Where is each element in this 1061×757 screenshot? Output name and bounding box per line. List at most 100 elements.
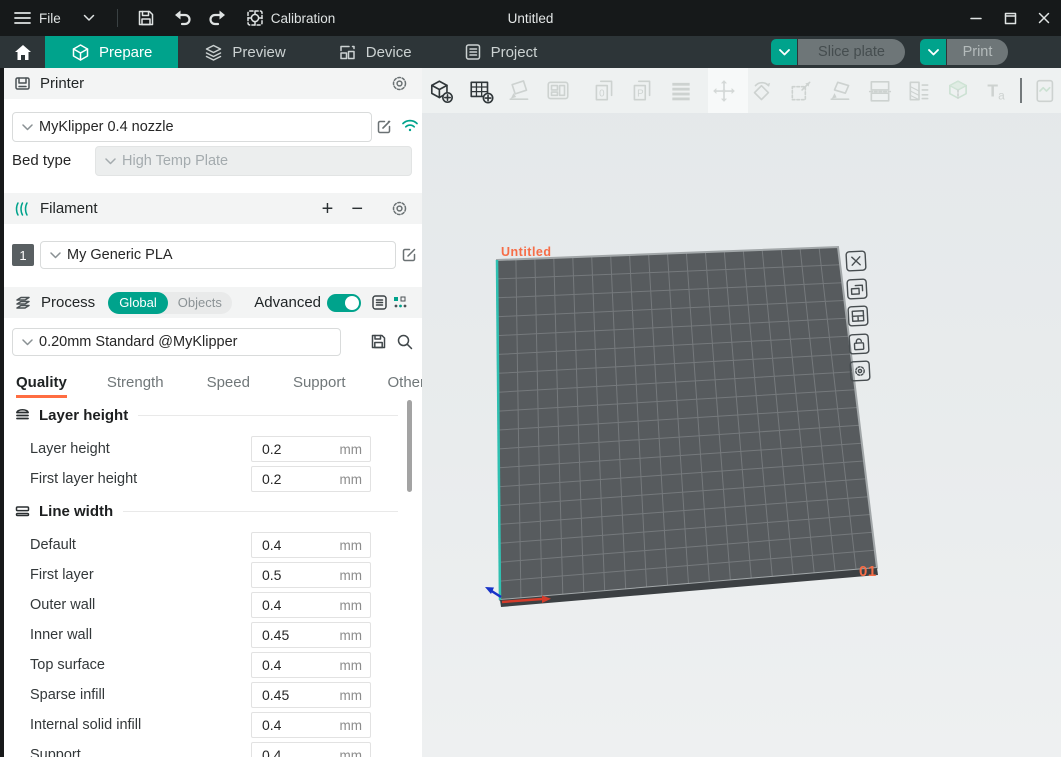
printer-connection-button[interactable] — [401, 118, 419, 133]
filament-slot-badge[interactable]: 1 — [12, 244, 34, 266]
scale-tool-button[interactable] — [787, 77, 815, 105]
tab-support[interactable]: Support — [293, 374, 346, 398]
plate-number-label: 01 — [859, 563, 877, 580]
input-default-line-width[interactable]: 0.4 mm — [251, 532, 371, 558]
setting-value: 0.4 — [262, 747, 340, 757]
plate-arrange-button[interactable] — [847, 279, 867, 299]
search-preset-button[interactable] — [396, 333, 414, 351]
setting-label: Support — [30, 747, 81, 757]
minimize-button[interactable] — [959, 0, 993, 36]
hamburger-icon — [14, 11, 31, 25]
bed-type-select[interactable]: High Temp Plate — [95, 146, 412, 176]
minus-icon: − — [351, 199, 363, 219]
layer-height-section-header: Layer height — [14, 407, 406, 424]
home-button[interactable] — [0, 36, 45, 68]
sidebar-scrollbar[interactable] — [407, 400, 412, 492]
assembly-view-button[interactable] — [667, 77, 695, 105]
advanced-label: Advanced — [254, 294, 321, 311]
input-layer-height[interactable]: 0.2 mm — [251, 436, 371, 462]
add-plate-button[interactable] — [467, 77, 495, 105]
seam-paint-button[interactable] — [1033, 77, 1061, 105]
setting-label: Internal solid infill — [30, 717, 141, 733]
parameter-table-button[interactable] — [392, 294, 408, 311]
save-preset-button[interactable] — [370, 333, 387, 350]
input-inner-wall-line-width[interactable]: 0.45 mm — [251, 622, 371, 648]
scope-global-button[interactable]: Global — [108, 292, 168, 314]
input-first-layer-height[interactable]: 0.2 mm — [251, 466, 371, 492]
remove-filament-button[interactable]: − — [351, 199, 363, 219]
tab-strength[interactable]: Strength — [107, 374, 164, 398]
print-options-chevron-button[interactable] — [920, 39, 946, 65]
print-button[interactable]: Print — [947, 39, 1008, 65]
printer-settings-button[interactable] — [391, 75, 408, 92]
chevron-down-icon — [22, 339, 33, 346]
setting-label: First layer — [30, 567, 94, 583]
tab-device[interactable]: Device — [312, 36, 438, 68]
lay-on-face-button[interactable] — [827, 77, 855, 105]
build-plate-scene[interactable]: Untitled 01 — [422, 113, 1061, 757]
input-support-line-width[interactable]: 0.4 mm — [251, 742, 371, 757]
filament-settings-button[interactable] — [391, 200, 408, 217]
input-sparse-infill-line-width[interactable]: 0.45 mm — [251, 682, 371, 708]
restore-icon — [1004, 12, 1017, 25]
filament-preset-select[interactable]: My Generic PLA — [40, 241, 396, 269]
tab-preview-label: Preview — [232, 44, 285, 61]
plate-name-label[interactable]: Untitled — [501, 245, 552, 259]
input-first-layer-line-width[interactable]: 0.5 mm — [251, 562, 371, 588]
close-button[interactable] — [1027, 0, 1061, 36]
tab-quality[interactable]: Quality — [16, 374, 67, 398]
calibration-icon — [246, 9, 264, 27]
process-preset-select[interactable]: 0.20mm Standard @MyKlipper — [12, 328, 341, 356]
titlebar-separator — [117, 9, 118, 27]
cut-tool-button[interactable] — [866, 77, 894, 105]
rotate-tool-button[interactable] — [748, 77, 776, 105]
input-top-surface-line-width[interactable]: 0.4 mm — [251, 652, 371, 678]
input-outer-wall-line-width[interactable]: 0.4 mm — [251, 592, 371, 618]
tab-speed[interactable]: Speed — [207, 374, 250, 398]
save-project-button[interactable] — [128, 0, 164, 36]
printer-preset-select[interactable]: MyKlipper 0.4 nozzle — [12, 112, 372, 142]
arrange-button[interactable] — [544, 77, 572, 105]
edit-filament-button[interactable] — [401, 246, 418, 263]
process-section-title: Process — [41, 294, 95, 311]
edit-printer-button[interactable] — [376, 118, 393, 135]
calibration-button[interactable]: Calibration — [236, 9, 346, 27]
scope-objects-button[interactable]: Objects — [168, 295, 232, 310]
section-title: Layer height — [39, 407, 128, 424]
plate-delete-button[interactable] — [846, 251, 866, 271]
input-internal-solid-infill-line-width[interactable]: 0.4 mm — [251, 712, 371, 738]
setting-value: 0.2 — [262, 441, 340, 457]
add-object-button[interactable] — [427, 77, 455, 105]
printer-preset-value: MyKlipper 0.4 nozzle — [39, 119, 174, 135]
auto-orient-button[interactable] — [506, 77, 534, 105]
undo-button[interactable] — [164, 0, 200, 36]
plate-layout-button[interactable] — [848, 306, 868, 326]
setting-unit: mm — [340, 598, 363, 613]
slice-plate-button[interactable]: Slice plate — [798, 39, 905, 65]
variable-layer-height-button[interactable] — [905, 77, 933, 105]
add-filament-button[interactable]: + — [322, 199, 334, 219]
viewport-3d[interactable]: 0 P — [422, 68, 1061, 757]
plate-lock-button[interactable] — [849, 334, 869, 354]
redo-button[interactable] — [200, 0, 236, 36]
paint-tool-button[interactable] — [944, 77, 972, 105]
setting-label: First layer height — [30, 471, 137, 487]
file-menu-button[interactable]: File — [0, 11, 71, 26]
maximize-restore-button[interactable] — [993, 0, 1027, 36]
filament-section-title: Filament — [40, 200, 98, 217]
file-menu-chevron[interactable] — [71, 0, 107, 36]
tab-project[interactable]: Project — [438, 36, 564, 68]
printer-section-title: Printer — [40, 75, 84, 92]
slice-options-chevron-button[interactable] — [771, 39, 797, 65]
move-tool-button[interactable] — [710, 77, 738, 105]
parameter-list-button[interactable] — [371, 294, 388, 311]
advanced-toggle[interactable] — [327, 294, 361, 312]
tab-preview[interactable]: Preview — [178, 36, 311, 68]
project-list-icon — [464, 43, 482, 61]
save-icon — [370, 333, 387, 350]
split-to-parts-button[interactable]: P — [628, 77, 656, 105]
tab-prepare[interactable]: Prepare — [45, 36, 178, 68]
text-tool-button[interactable]: T a — [982, 77, 1010, 105]
split-to-objects-button[interactable]: 0 — [590, 77, 618, 105]
slice-plate-splitbutton: Slice plate — [771, 39, 905, 65]
